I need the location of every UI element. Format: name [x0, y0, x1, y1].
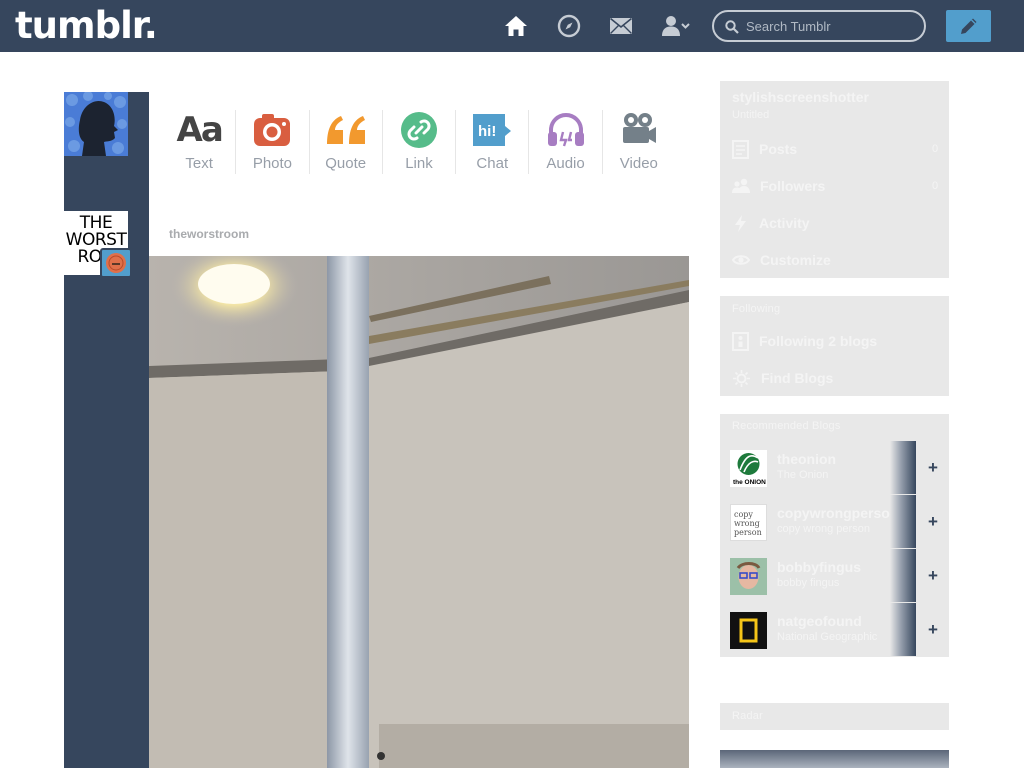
- inbox-icon[interactable]: [607, 12, 635, 40]
- top-navigation-bar: tumblr.: [0, 0, 1024, 52]
- link-icon: [400, 110, 438, 150]
- post-type-label: Link: [405, 155, 433, 172]
- recommended-blog-title: bobby fingus: [777, 577, 840, 589]
- headphones-icon: [546, 110, 586, 150]
- post-blog-name[interactable]: theworstroom: [169, 227, 249, 241]
- panel-title: Recommended Blogs: [732, 420, 841, 432]
- compose-icon: [960, 18, 976, 34]
- recommended-blog-row[interactable]: bobbyfingus bobby fingus +: [720, 549, 949, 603]
- recommended-blog-name: copywrongperson: [777, 505, 899, 521]
- new-quote-post-button[interactable]: Quote: [310, 110, 383, 174]
- post-card: theworstroom: [149, 211, 689, 768]
- new-video-post-button[interactable]: Video: [603, 110, 675, 174]
- explore-icon[interactable]: [555, 12, 583, 40]
- quote-icon: [325, 110, 367, 150]
- blog-avatar-theonion: the ONION: [730, 450, 767, 487]
- svg-text:hi!: hi!: [478, 123, 496, 140]
- compose-button[interactable]: [946, 10, 991, 42]
- recommended-blog-title: copy wrong person: [777, 523, 870, 535]
- radar-image[interactable]: [720, 750, 949, 768]
- find-blogs-icon: [733, 369, 750, 387]
- sidebar-blog-subtitle: Untitled: [732, 109, 770, 121]
- sidebar-item-label: Activity: [759, 215, 810, 231]
- panel-title: Following: [732, 303, 781, 315]
- follow-button[interactable]: +: [917, 549, 949, 602]
- new-photo-post-button[interactable]: Photo: [236, 110, 310, 174]
- sidebar-item-label: Followers: [760, 178, 826, 194]
- follow-button[interactable]: +: [917, 441, 949, 494]
- account-panel: stylishscreenshotter Untitled Posts 0 Fo…: [720, 81, 949, 278]
- radar-header: Radar: [720, 703, 949, 730]
- tumblr-logo[interactable]: tumblr.: [15, 4, 158, 48]
- post-type-label: Audio: [546, 155, 585, 172]
- activity-icon: [735, 214, 746, 232]
- recommended-blogs-panel: Recommended Blogs the ONION theonion The…: [720, 414, 949, 657]
- svg-text:wrong: wrong: [734, 519, 760, 528]
- follow-button[interactable]: +: [917, 495, 949, 548]
- blog-avatar-bobbyfingus: [730, 558, 767, 595]
- recommended-blog-name: natgeofound: [777, 613, 862, 629]
- new-audio-post-button[interactable]: Audio: [529, 110, 603, 174]
- blog-avatar-copywrongperson: copy wrong person: [730, 504, 767, 541]
- video-camera-icon: [620, 110, 658, 150]
- post-photo[interactable]: [149, 256, 689, 768]
- sidebar-item-count: 0: [932, 143, 939, 155]
- search-bar[interactable]: [712, 10, 926, 42]
- customize-icon: [732, 255, 750, 265]
- sidebar-item-label: Customize: [760, 252, 831, 268]
- row-fade: [890, 549, 916, 602]
- account-icon[interactable]: [660, 12, 692, 40]
- post-type-label: Chat: [476, 155, 509, 172]
- text-icon: Aa: [176, 110, 224, 150]
- recommended-blog-title: The Onion: [777, 469, 829, 481]
- camera-icon: [252, 110, 292, 150]
- sidebar-item-followers[interactable]: Followers 0: [732, 176, 938, 196]
- following-icon: [732, 331, 749, 351]
- recommended-blog-row[interactable]: natgeofound National Geographic +: [720, 603, 949, 657]
- recommended-blog-title: National Geographic: [777, 631, 878, 643]
- recommended-blog-name: bobbyfingus: [777, 559, 861, 575]
- panel-title: Radar: [732, 710, 763, 722]
- sidebar-item-label: Following 2 blogs: [759, 333, 878, 349]
- sidebar-item-activity[interactable]: Activity: [732, 213, 810, 233]
- row-fade: [890, 441, 916, 494]
- search-input[interactable]: [746, 16, 916, 36]
- dashboard-column: [64, 92, 149, 768]
- row-fade: [890, 495, 916, 548]
- new-chat-post-button[interactable]: hi! Chat: [456, 110, 530, 174]
- reblog-sub-avatar[interactable]: [100, 248, 132, 278]
- sidebar-item-following[interactable]: Following 2 blogs: [732, 331, 877, 351]
- row-fade: [890, 603, 916, 656]
- svg-text:copy: copy: [734, 510, 753, 519]
- blog-avatar-natgeofound: [730, 612, 767, 649]
- recommended-blog-name: theonion: [777, 451, 837, 467]
- sidebar-item-label: Find Blogs: [761, 370, 834, 386]
- sidebar-item-count: 0: [932, 180, 939, 192]
- sidebar-item-find-blogs[interactable]: Find Blogs: [732, 368, 833, 388]
- sidebar-blog-name[interactable]: stylishscreenshotter: [732, 89, 869, 105]
- follow-button[interactable]: +: [917, 603, 949, 656]
- followers-icon: [732, 178, 750, 193]
- post-type-label: Quote: [325, 155, 367, 172]
- chat-icon: hi!: [471, 110, 513, 150]
- svg-text:the ONION: the ONION: [733, 479, 766, 486]
- post-type-label: Photo: [252, 155, 293, 172]
- user-avatar[interactable]: [64, 92, 128, 156]
- post-type-bar: Aa Text Photo Quote Link hi! Chat Audio: [149, 92, 689, 190]
- sidebar-item-posts[interactable]: Posts 0: [732, 139, 938, 159]
- new-text-post-button[interactable]: Aa Text: [163, 110, 237, 174]
- recommended-blog-row[interactable]: copy wrong person copywrongperson copy wro…: [720, 495, 949, 549]
- post-type-label: Text: [185, 155, 213, 172]
- recommended-blog-row[interactable]: the ONION theonion The Onion +: [720, 441, 949, 495]
- post-type-label: Video: [619, 155, 658, 172]
- following-panel: Following Following 2 blogs Find Blogs: [720, 296, 949, 396]
- sidebar-item-label: Posts: [759, 141, 798, 157]
- home-icon[interactable]: [502, 12, 530, 40]
- search-icon: [725, 20, 739, 34]
- svg-text:person: person: [734, 528, 762, 537]
- sidebar-item-customize[interactable]: Customize: [732, 250, 831, 270]
- new-link-post-button[interactable]: Link: [383, 110, 457, 174]
- posts-icon: [732, 139, 749, 159]
